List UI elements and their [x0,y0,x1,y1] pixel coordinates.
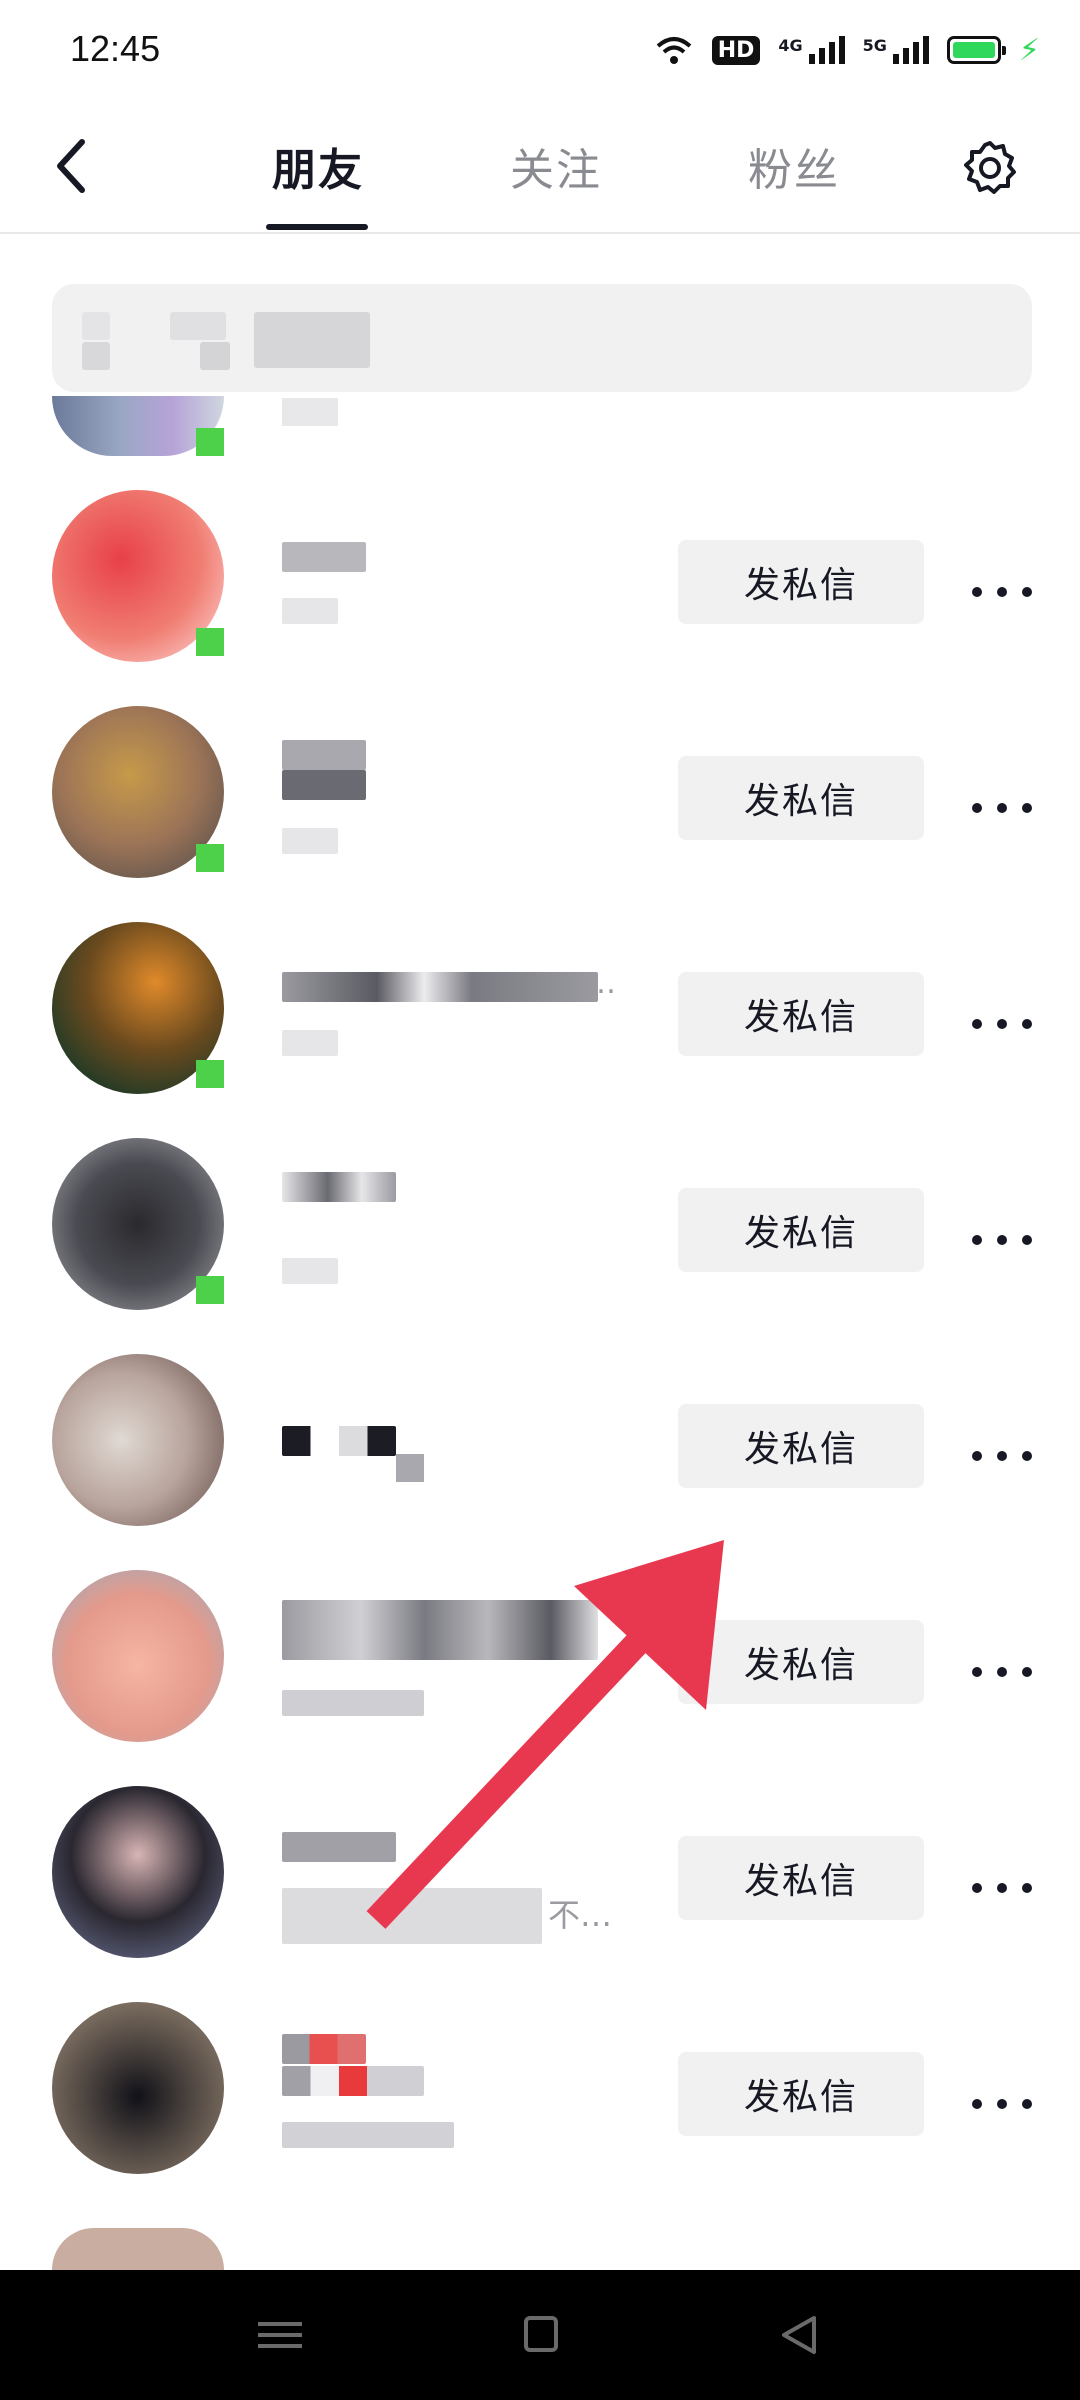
charging-icon: ⚡ [1018,32,1040,68]
green-badge [196,1060,224,1088]
status-icons: HD 4G 5G ⚡ [654,28,1040,72]
avatar[interactable] [52,1786,224,1958]
search-bar[interactable] [52,284,1032,392]
more-icon[interactable] [972,1014,1032,1034]
tab-friends[interactable]: 朋友 [272,134,364,198]
avatar[interactable] [52,1354,224,1526]
partial-avatar-bottom [52,2228,224,2270]
list-item[interactable]: 发私信 [0,474,1080,690]
more-icon[interactable] [972,798,1032,818]
top-nav: 朋友 关注 粉丝 [0,100,1080,234]
more-icon[interactable] [972,582,1032,602]
hd-icon: HD [711,35,761,65]
status-time: 12:45 [70,28,161,69]
signal-4g-icon: 4G [778,36,845,64]
subtitle-blur [282,2122,454,2148]
back-triangle-icon[interactable] [770,2310,830,2360]
home-icon[interactable] [510,2310,570,2360]
wifi-icon [656,37,692,64]
subtitle-blur [282,1258,338,1284]
green-badge [196,844,224,872]
username-blur [282,1172,396,1202]
green-badge [196,428,224,456]
username-blur [282,770,366,800]
system-nav-bar [0,2270,1080,2400]
username-blur [282,1426,396,1456]
more-icon[interactable] [972,1446,1032,1466]
more-icon[interactable] [972,2094,1032,2114]
list-item[interactable]: … 发私信 [0,906,1080,1122]
more-icon[interactable] [972,1878,1032,1898]
tab-fans[interactable]: 粉丝 [748,134,840,198]
send-message-button[interactable]: 发私信 [678,1188,924,1272]
battery-icon [946,36,1006,64]
more-icon[interactable] [972,1230,1032,1250]
avatar[interactable] [52,1570,224,1742]
status-bar: 12:45 HD 4G 5G ⚡ [0,0,1080,100]
username-blur [282,2066,424,2096]
chevron-left-icon[interactable] [46,134,102,198]
username-blur [282,972,598,1002]
send-message-button[interactable]: 发私信 [678,756,924,840]
green-badge [196,628,224,656]
list-item[interactable]: 发私信 [0,1122,1080,1338]
list-item[interactable]: 发私信 [0,1986,1080,2202]
subtitle-blur [282,1030,338,1056]
tab-active-indicator [266,224,368,230]
username-blur [282,740,366,770]
username-blur [282,542,366,572]
send-message-button[interactable]: 发私信 [678,540,924,624]
subtitle-blur [282,828,338,854]
send-message-button[interactable]: 发私信 [678,2052,924,2136]
avatar[interactable] [52,2002,224,2174]
partial-name-blur [282,398,338,426]
recents-icon[interactable] [250,2310,310,2360]
gear-icon[interactable] [960,138,1020,198]
tab-following[interactable]: 关注 [510,134,602,198]
username-blur [396,1454,424,1482]
subtitle-blur [282,598,338,624]
send-message-button[interactable]: 发私信 [678,972,924,1056]
truncation-ellipsis: … [586,966,616,1001]
signal-5g-icon: 5G [863,36,929,64]
username-blur [282,2034,366,2064]
more-icon[interactable] [972,1662,1032,1682]
annotation-arrow [366,1540,724,1929]
send-message-button[interactable]: 发私信 [678,1404,924,1488]
list-item[interactable]: 发私信 [0,690,1080,906]
green-badge [196,1276,224,1304]
